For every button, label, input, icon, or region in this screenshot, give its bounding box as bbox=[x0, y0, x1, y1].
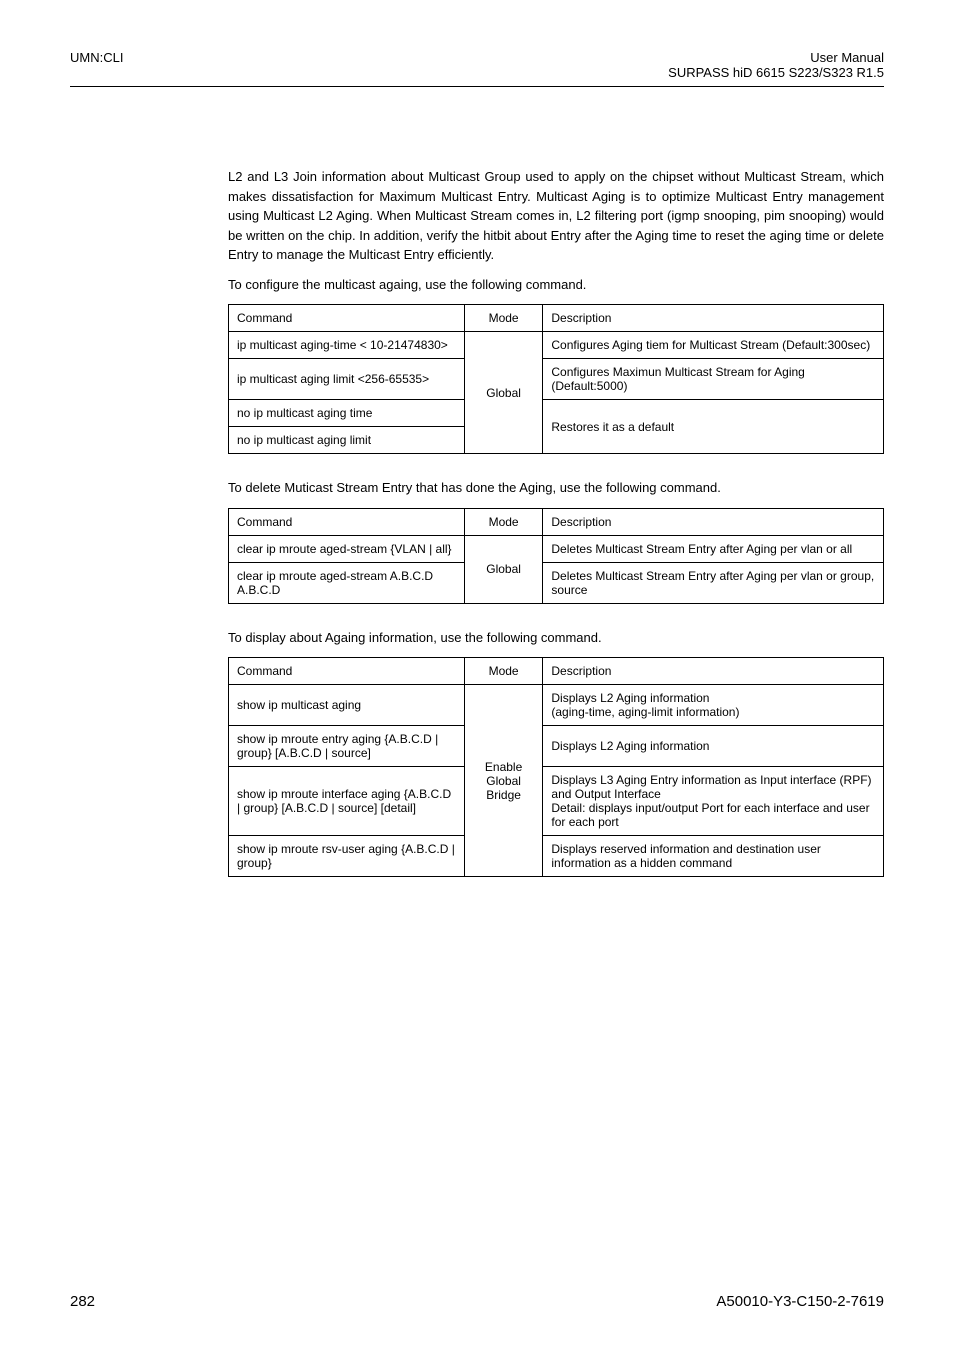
mode-cell: Global bbox=[464, 535, 543, 603]
table1-intro: To configure the multicast againg, use t… bbox=[228, 275, 884, 295]
cmd-cell: show ip mroute entry aging {A.B.C.D | gr… bbox=[229, 726, 465, 767]
desc-cell: Displays L2 Aging information bbox=[543, 726, 884, 767]
header-right-bottom: SURPASS hiD 6615 S223/S323 R1.5 bbox=[668, 65, 884, 80]
table-header-row: Command Mode Description bbox=[229, 305, 884, 332]
table-display-aging: Command Mode Description show ip multica… bbox=[228, 657, 884, 877]
mode-cell: Enable Global Bridge bbox=[464, 685, 543, 877]
page-number: 282 bbox=[70, 1293, 95, 1310]
th-mode: Mode bbox=[464, 508, 543, 535]
table-configure-aging: Command Mode Description ip multicast ag… bbox=[228, 304, 884, 454]
table3-intro: To display about Againg information, use… bbox=[228, 628, 884, 648]
cmd-cell: show ip mroute interface aging {A.B.C.D … bbox=[229, 767, 465, 836]
content-area: L2 and L3 Join information about Multica… bbox=[228, 167, 884, 877]
table-row: show ip mroute rsv-user aging {A.B.C.D |… bbox=[229, 836, 884, 877]
th-command: Command bbox=[229, 658, 465, 685]
desc-cell: Displays L2 Aging information (aging-tim… bbox=[543, 685, 884, 726]
th-mode: Mode bbox=[464, 305, 543, 332]
table-row: ip multicast aging limit <256-65535> Con… bbox=[229, 359, 884, 400]
table-delete-entry: Command Mode Description clear ip mroute… bbox=[228, 508, 884, 604]
desc-cell: Configures Maximun Multicast Stream for … bbox=[543, 359, 884, 400]
table-header-row: Command Mode Description bbox=[229, 508, 884, 535]
cmd-cell: no ip multicast aging time bbox=[229, 400, 465, 427]
table-header-row: Command Mode Description bbox=[229, 658, 884, 685]
page-header: UMN:CLI User Manual SURPASS hiD 6615 S22… bbox=[70, 50, 884, 87]
cmd-cell: clear ip mroute aged-stream {VLAN | all} bbox=[229, 535, 465, 562]
th-command: Command bbox=[229, 305, 465, 332]
mode-cell: Global bbox=[464, 332, 543, 454]
table-row: no ip multicast aging time Restores it a… bbox=[229, 400, 884, 427]
table-row: show ip multicast aging Enable Global Br… bbox=[229, 685, 884, 726]
table-row: show ip mroute entry aging {A.B.C.D | gr… bbox=[229, 726, 884, 767]
cmd-cell: clear ip mroute aged-stream A.B.C.D A.B.… bbox=[229, 562, 465, 603]
cmd-cell: ip multicast aging-time < 10-21474830> bbox=[229, 332, 465, 359]
desc-cell: Displays L3 Aging Entry information as I… bbox=[543, 767, 884, 836]
cmd-cell: no ip multicast aging limit bbox=[229, 427, 465, 454]
table2-intro: To delete Muticast Stream Entry that has… bbox=[228, 478, 884, 498]
table-row: show ip mroute interface aging {A.B.C.D … bbox=[229, 767, 884, 836]
table-row: clear ip mroute aged-stream {VLAN | all}… bbox=[229, 535, 884, 562]
doc-id: A50010-Y3-C150-2-7619 bbox=[716, 1293, 884, 1310]
th-mode: Mode bbox=[464, 658, 543, 685]
header-right-top: User Manual bbox=[668, 50, 884, 65]
th-description: Description bbox=[543, 658, 884, 685]
th-command: Command bbox=[229, 508, 465, 535]
desc-cell: Deletes Multicast Stream Entry after Agi… bbox=[543, 535, 884, 562]
intro-paragraph: L2 and L3 Join information about Multica… bbox=[228, 167, 884, 265]
header-right: User Manual SURPASS hiD 6615 S223/S323 R… bbox=[668, 50, 884, 80]
page-footer: 282 A50010-Y3-C150-2-7619 bbox=[70, 1293, 884, 1310]
th-description: Description bbox=[543, 508, 884, 535]
desc-cell: Deletes Multicast Stream Entry after Agi… bbox=[543, 562, 884, 603]
desc-cell: Restores it as a default bbox=[543, 400, 884, 454]
cmd-cell: show ip multicast aging bbox=[229, 685, 465, 726]
th-description: Description bbox=[543, 305, 884, 332]
table-row: clear ip mroute aged-stream A.B.C.D A.B.… bbox=[229, 562, 884, 603]
desc-cell: Configures Aging tiem for Multicast Stre… bbox=[543, 332, 884, 359]
cmd-cell: ip multicast aging limit <256-65535> bbox=[229, 359, 465, 400]
table-row: ip multicast aging-time < 10-21474830> G… bbox=[229, 332, 884, 359]
header-left: UMN:CLI bbox=[70, 50, 123, 80]
desc-cell: Displays reserved information and destin… bbox=[543, 836, 884, 877]
cmd-cell: show ip mroute rsv-user aging {A.B.C.D |… bbox=[229, 836, 465, 877]
